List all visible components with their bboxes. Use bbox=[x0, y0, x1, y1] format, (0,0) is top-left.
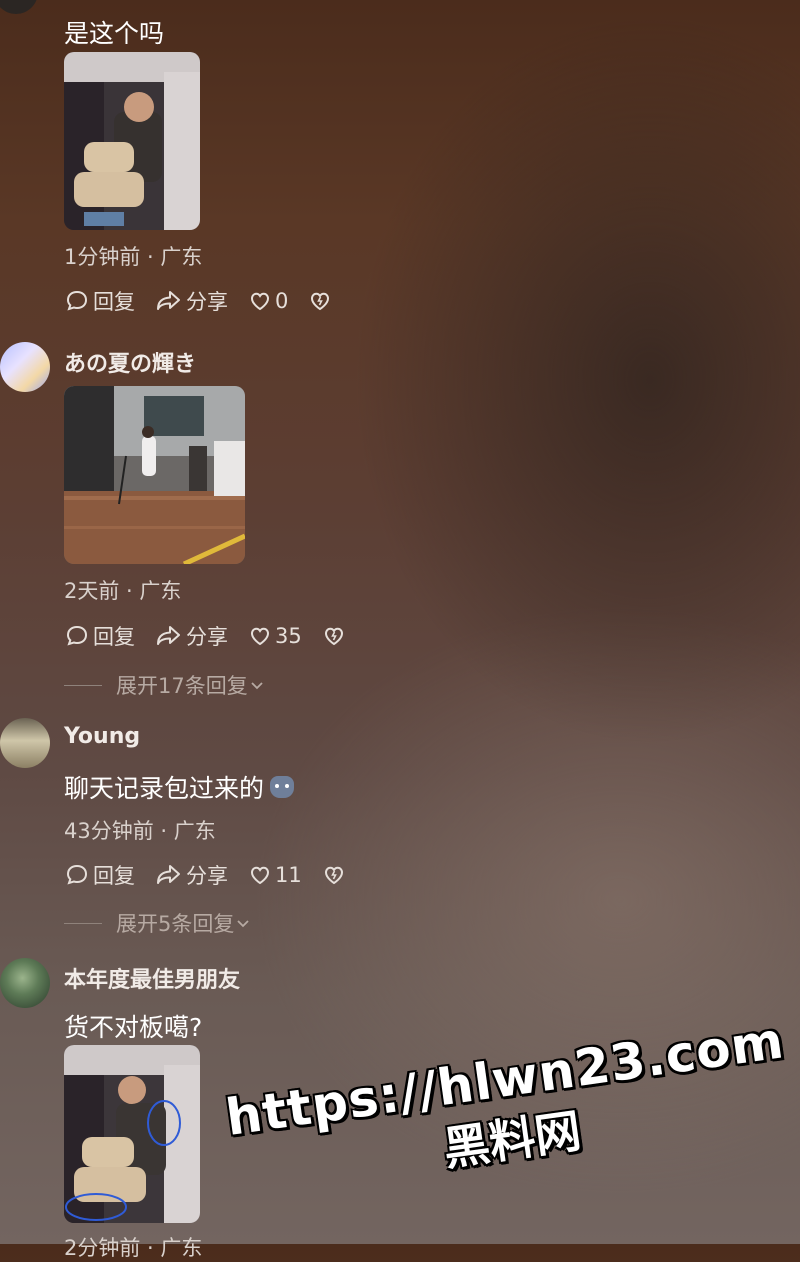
chevron-down-icon bbox=[237, 920, 250, 928]
dislike-icon bbox=[311, 292, 330, 311]
dislike-button[interactable] bbox=[308, 289, 335, 313]
username[interactable]: 本年度最佳男朋友 bbox=[64, 962, 240, 994]
truncated-username: ▁▁▁▁▁▁▁ bbox=[0, 0, 170, 4]
comment-text: 货不对板噶? bbox=[64, 1013, 203, 1042]
comment-meta: 2天前 · 广东 bbox=[64, 579, 182, 603]
heart-icon bbox=[250, 627, 270, 646]
expand-replies-label: 展开17条回复 bbox=[116, 674, 248, 698]
share-icon bbox=[157, 291, 180, 310]
comment-text: 聊天记录包过来的 bbox=[64, 774, 265, 803]
reply-label: 回复 bbox=[93, 864, 135, 888]
avatar[interactable] bbox=[0, 342, 50, 392]
like-button[interactable]: 35 bbox=[248, 624, 302, 648]
divider bbox=[64, 684, 102, 686]
expand-replies-button[interactable]: 展开5条回复 bbox=[64, 908, 252, 938]
reply-label: 回复 bbox=[93, 625, 135, 649]
like-button[interactable]: 0 bbox=[248, 289, 288, 313]
comment-actions: 回复 分享 11 bbox=[64, 860, 369, 890]
reply-button[interactable]: 回复 bbox=[64, 860, 135, 890]
username[interactable]: あの夏の輝き bbox=[64, 346, 196, 378]
comment-text-row: 聊天记录包过来的 bbox=[64, 769, 295, 805]
comment-text: 是这个吗 bbox=[64, 19, 165, 48]
avatar[interactable] bbox=[0, 718, 50, 768]
avatar[interactable] bbox=[0, 958, 50, 1008]
reply-icon bbox=[66, 864, 88, 885]
like-count: 0 bbox=[275, 289, 289, 313]
share-label: 分享 bbox=[186, 625, 228, 649]
divider bbox=[64, 922, 102, 924]
reply-label: 回复 bbox=[93, 290, 135, 314]
expand-replies-button[interactable]: 展开17条回复 bbox=[64, 670, 266, 700]
share-label: 分享 bbox=[186, 290, 228, 314]
username[interactable]: Young bbox=[64, 724, 140, 749]
comment-image[interactable] bbox=[64, 52, 200, 230]
like-count: 35 bbox=[275, 624, 302, 648]
chevron-down-icon bbox=[251, 682, 263, 690]
like-count: 11 bbox=[275, 863, 302, 887]
share-button[interactable]: 分享 bbox=[155, 621, 228, 651]
comment-meta: 2分钟前 · 广东 bbox=[64, 1236, 203, 1260]
reply-icon bbox=[66, 290, 88, 311]
share-button[interactable]: 分享 bbox=[155, 286, 228, 316]
cat-emoji bbox=[270, 776, 295, 798]
dislike-button[interactable] bbox=[322, 624, 349, 648]
comment-image[interactable] bbox=[64, 1045, 200, 1223]
expand-replies-label: 展开5条回复 bbox=[116, 912, 235, 936]
watermark: https://hlwn23.com 黑料网 bbox=[222, 1011, 793, 1209]
comment-actions: 回复 分享 0 bbox=[64, 286, 355, 316]
dislike-icon bbox=[324, 866, 343, 885]
comment-meta: 1分钟前 · 广东 bbox=[64, 245, 203, 269]
share-icon bbox=[157, 626, 180, 645]
comment-image[interactable] bbox=[64, 386, 245, 564]
heart-icon bbox=[250, 866, 270, 885]
comment-actions: 回复 分享 35 bbox=[64, 621, 369, 651]
reply-button[interactable]: 回复 bbox=[64, 621, 135, 651]
dislike-icon bbox=[324, 627, 343, 646]
share-button[interactable]: 分享 bbox=[155, 860, 228, 890]
share-label: 分享 bbox=[186, 864, 228, 888]
reply-icon bbox=[66, 625, 88, 646]
share-icon bbox=[157, 865, 180, 884]
heart-icon bbox=[250, 292, 270, 311]
comment-meta: 43分钟前 · 广东 bbox=[64, 819, 216, 843]
dislike-button[interactable] bbox=[322, 863, 349, 887]
reply-button[interactable]: 回复 bbox=[64, 286, 135, 316]
like-button[interactable]: 11 bbox=[248, 863, 302, 887]
